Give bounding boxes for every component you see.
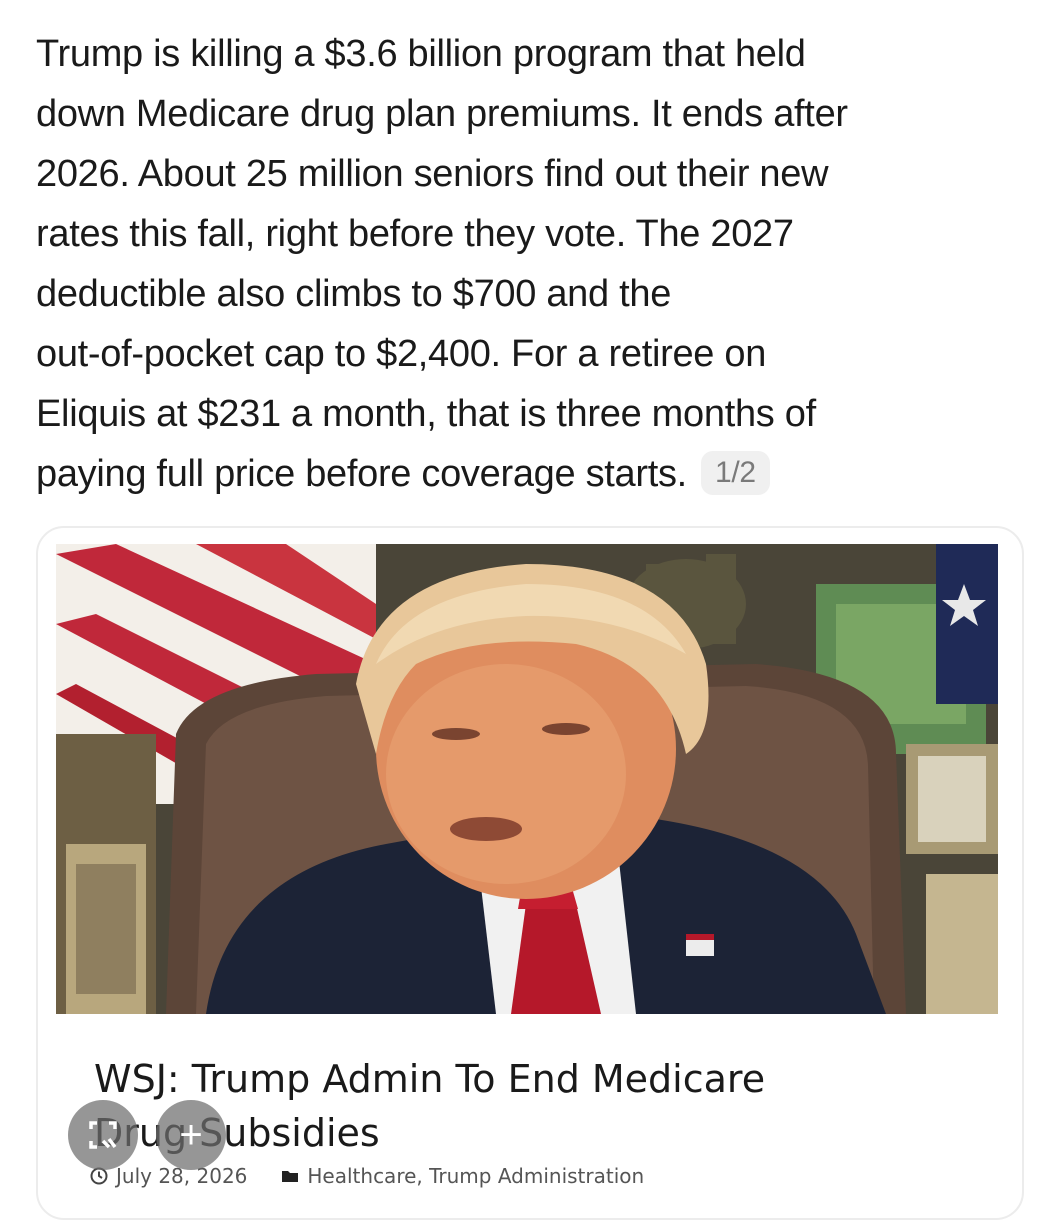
post-line: out-of-pocket cap to $2,400. For a retir… <box>36 333 767 375</box>
post-body: Trump is killing a $3.6 billion program … <box>36 24 1026 504</box>
post-line-last: paying full price before coverage starts… <box>36 444 1026 504</box>
floating-image-actions: + <box>68 1100 226 1170</box>
post-line: 2026. About 25 million seniors find out … <box>36 153 829 195</box>
article-photo <box>56 544 998 1014</box>
post-line: Eliquis at $231 a month, that is three m… <box>36 393 816 435</box>
post-line: deductible also climbs to $700 and the <box>36 273 672 315</box>
folder-icon <box>282 1171 299 1182</box>
article-categories[interactable]: Healthcare, Trump Administration <box>307 1164 644 1188</box>
article-headline[interactable]: WSJ: Trump Admin To End Medicare Drug Su… <box>94 1052 994 1160</box>
post-line: down Medicare drug plan premiums. It end… <box>36 93 848 135</box>
post-line: Trump is killing a $3.6 billion program … <box>36 33 806 75</box>
headline-line-1: WSJ: Trump Admin To End Medicare <box>94 1057 766 1101</box>
plus-button[interactable]: + <box>156 1100 226 1170</box>
plus-icon: + <box>179 1113 203 1157</box>
visual-search-button[interactable] <box>68 1100 138 1170</box>
visual-search-icon <box>89 1121 117 1149</box>
headline-line-2: Drug Subsidies <box>94 1111 380 1155</box>
page-indicator-badge: 1/2 <box>700 451 770 495</box>
post-line: rates this fall, right before they vote.… <box>36 213 794 255</box>
post-line-text: paying full price before coverage starts… <box>36 453 687 495</box>
